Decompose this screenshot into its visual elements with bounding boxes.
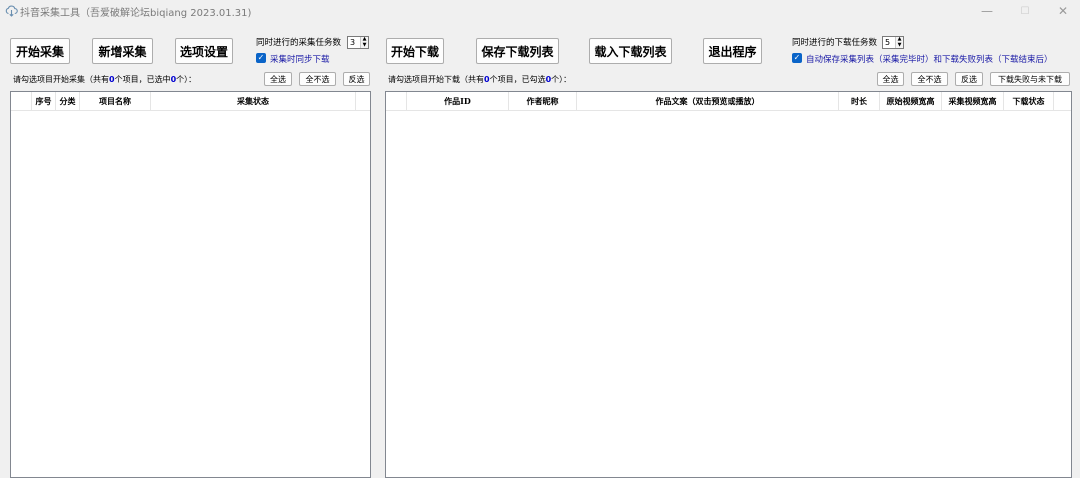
download-col-original-size[interactable]: 原始视频宽高 — [880, 92, 942, 111]
new-collect-button[interactable]: 新增采集 — [92, 38, 153, 64]
start-download-button[interactable]: 开始下载 — [386, 38, 444, 64]
download-concurrency-value: 5 — [885, 38, 891, 47]
collect-hint-prefix: 请勾选项目开始采集（共有 — [13, 75, 109, 84]
collect-col-check[interactable] — [11, 92, 32, 111]
download-col-author[interactable]: 作者昵称 — [509, 92, 577, 111]
download-col-status[interactable]: 下载状态 — [1004, 92, 1054, 111]
collect-col-category[interactable]: 分类 — [56, 92, 80, 111]
sync-download-label[interactable]: 采集时同步下载 — [270, 53, 330, 65]
collect-col-status[interactable]: 采集状态 — [151, 92, 356, 111]
download-hint: 请勾选项目开始下载（共有0个项目，已勾选0个）： — [388, 74, 571, 85]
download-concurrency-spinner[interactable]: 5 ▲ ▼ — [882, 36, 904, 49]
window-title: 抖音采集工具（吾爱破解论坛biqiang 2023.01.31) — [20, 8, 252, 19]
download-select-none-button[interactable]: 全不选 — [911, 72, 948, 86]
collect-col-project-name[interactable]: 项目名称 — [80, 92, 151, 111]
collect-col-index[interactable]: 序号 — [32, 92, 56, 111]
sync-download-checkbox[interactable]: ✓ — [256, 53, 266, 63]
collect-hint-suffix: 个）： — [176, 75, 197, 84]
collect-concurrency-spinner[interactable]: 3 ▲ ▼ — [347, 36, 369, 49]
download-select-all-button[interactable]: 全选 — [877, 72, 904, 86]
download-col-check[interactable] — [386, 92, 407, 111]
close-button[interactable]: ✕ — [1044, 0, 1080, 22]
load-download-list-button[interactable]: 载入下载列表 — [589, 38, 672, 64]
collect-concurrency-label: 同时进行的采集任务数 — [256, 38, 342, 48]
minimize-button[interactable]: — — [968, 0, 1006, 22]
download-concurrency-label: 同时进行的下载任务数 — [792, 38, 878, 48]
collect-hint: 请勾选项目开始采集（共有0个项目，已选中0个）： — [13, 74, 196, 85]
collect-select-none-button[interactable]: 全不选 — [299, 72, 336, 86]
collect-list-header: 序号 分类 项目名称 采集状态 — [11, 92, 370, 111]
download-hint-suffix: 个）： — [551, 75, 572, 84]
spin-down-icon[interactable]: ▼ — [363, 42, 367, 49]
collect-invert-button[interactable]: 反选 — [343, 72, 370, 86]
download-list[interactable]: 作品ID 作者昵称 作品文案（双击预览或播放） 时长 原始视频宽高 采集视频宽高… — [385, 91, 1072, 478]
start-collect-button[interactable]: 开始采集 — [10, 38, 70, 64]
save-download-list-button[interactable]: 保存下载列表 — [476, 38, 559, 64]
download-col-work-id[interactable]: 作品ID — [407, 92, 509, 111]
download-failed-pending-button[interactable]: 下载失败与未下载 — [990, 72, 1070, 86]
title-bar: 抖音采集工具（吾爱破解论坛biqiang 2023.01.31) — ☐ ✕ — [0, 0, 1080, 22]
download-col-filler — [1054, 92, 1071, 111]
download-invert-button[interactable]: 反选 — [955, 72, 983, 86]
download-col-duration[interactable]: 时长 — [839, 92, 880, 111]
collect-col-filler — [356, 92, 370, 111]
download-col-caption[interactable]: 作品文案（双击预览或播放） — [577, 92, 839, 111]
collect-concurrency-value: 3 — [350, 38, 356, 47]
cloud-download-icon — [5, 5, 18, 17]
collect-hint-mid: 个项目，已选中 — [114, 75, 171, 84]
download-list-header: 作品ID 作者昵称 作品文案（双击预览或播放） 时长 原始视频宽高 采集视频宽高… — [386, 92, 1071, 111]
collect-list[interactable]: 序号 分类 项目名称 采集状态 — [10, 91, 371, 478]
exit-button[interactable]: 退出程序 — [703, 38, 762, 64]
spin-down-icon[interactable]: ▼ — [898, 42, 902, 49]
download-hint-prefix: 请勾选项目开始下载（共有 — [388, 75, 484, 84]
download-hint-mid: 个项目，已勾选 — [489, 75, 546, 84]
auto-save-label[interactable]: 自动保存采集列表（采集完毕时）和下载失败列表（下载结束后） — [806, 53, 1053, 65]
download-col-collected-size[interactable]: 采集视频宽高 — [942, 92, 1004, 111]
auto-save-checkbox[interactable]: ✓ — [792, 53, 802, 63]
collect-select-all-button[interactable]: 全选 — [264, 72, 292, 86]
maximize-button[interactable]: ☐ — [1006, 0, 1044, 22]
options-button[interactable]: 选项设置 — [175, 38, 233, 64]
